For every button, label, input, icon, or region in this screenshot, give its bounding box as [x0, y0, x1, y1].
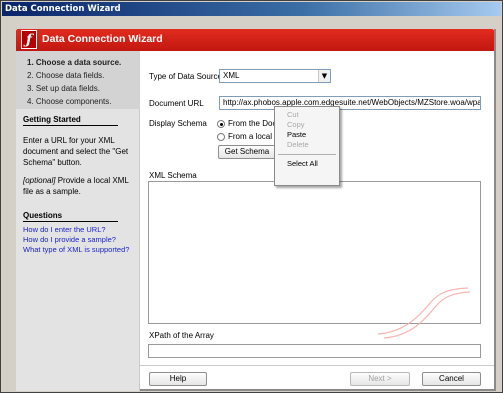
window-client: ƒ Data Connection Wizard 1. Choose a dat…	[2, 17, 501, 392]
display-schema-label: Display Schema	[149, 119, 207, 128]
radio-from-document-label[interactable]: From the Docu	[228, 119, 281, 128]
step-list: 1. Choose a data source. 2. Choose data …	[16, 51, 140, 109]
window-titlebar[interactable]: Data Connection Wizard	[2, 2, 501, 16]
data-source-value: XML	[223, 71, 240, 80]
menu-item-cut[interactable]: Cut	[275, 110, 339, 120]
footer-divider	[140, 365, 494, 366]
sidebar: 1. Choose a data source. 2. Choose data …	[16, 51, 140, 391]
wizard-window: Data Connection Wizard ƒ Data Connection…	[0, 0, 503, 393]
document-url-input[interactable]: http://ax.phobos.apple.com.edgesuite.net…	[219, 96, 481, 110]
step-3: 3. Set up data fields.	[27, 84, 100, 93]
question-link-xml-type[interactable]: What type of XML is supported?	[23, 245, 129, 254]
step-2: 2. Choose data fields.	[27, 71, 105, 80]
getting-started-text: Enter a URL for your XML document and se…	[23, 136, 129, 167]
getting-started-title: Getting Started	[23, 115, 118, 126]
data-source-select[interactable]: XML ▼	[219, 69, 331, 83]
radio-from-local-file[interactable]	[217, 133, 225, 141]
wizard-canvas: ƒ Data Connection Wizard 1. Choose a dat…	[16, 29, 496, 391]
optional-text: [optional] Provide a local XML file as a…	[23, 175, 131, 197]
document-url-label: Document URL	[149, 99, 204, 108]
get-schema-button[interactable]: Get Schema	[218, 145, 276, 159]
menu-item-select-all[interactable]: Select All	[275, 159, 339, 169]
next-button[interactable]: Next >	[350, 372, 410, 386]
question-link-sample[interactable]: How do I provide a sample?	[23, 235, 116, 244]
wizard-header: ƒ Data Connection Wizard	[16, 29, 494, 51]
radio-from-document[interactable]	[217, 120, 225, 128]
menu-item-copy[interactable]: Copy	[275, 120, 339, 130]
flash-swoosh-watermark	[377, 287, 471, 339]
flash-logo-icon: ƒ	[21, 30, 37, 49]
step-4: 4. Choose components.	[27, 97, 112, 106]
radio-from-local-label[interactable]: From a local fil	[228, 132, 280, 141]
menu-item-paste[interactable]: Paste	[275, 130, 339, 140]
chevron-down-icon[interactable]: ▼	[318, 70, 330, 82]
xpath-input[interactable]	[148, 344, 481, 358]
xml-schema-label: XML Schema	[149, 171, 197, 180]
help-button[interactable]: Help	[149, 372, 207, 386]
xpath-label: XPath of the Array	[149, 331, 214, 340]
cancel-button[interactable]: Cancel	[422, 372, 481, 386]
data-source-label: Type of Data Source	[149, 72, 222, 81]
menu-separator	[278, 154, 336, 155]
optional-tag: [optional]	[23, 176, 56, 185]
wizard-title: Data Connection Wizard	[42, 33, 163, 45]
menu-item-delete[interactable]: Delete	[275, 140, 339, 150]
step-1: 1. Choose a data source.	[27, 58, 122, 67]
document-url-value: http://ax.phobos.apple.com.edgesuite.net…	[223, 98, 481, 107]
context-menu: Cut Copy Paste Delete Select All	[274, 106, 340, 186]
question-link-url[interactable]: How do I enter the URL?	[23, 225, 106, 234]
questions-title: Questions	[23, 211, 118, 222]
